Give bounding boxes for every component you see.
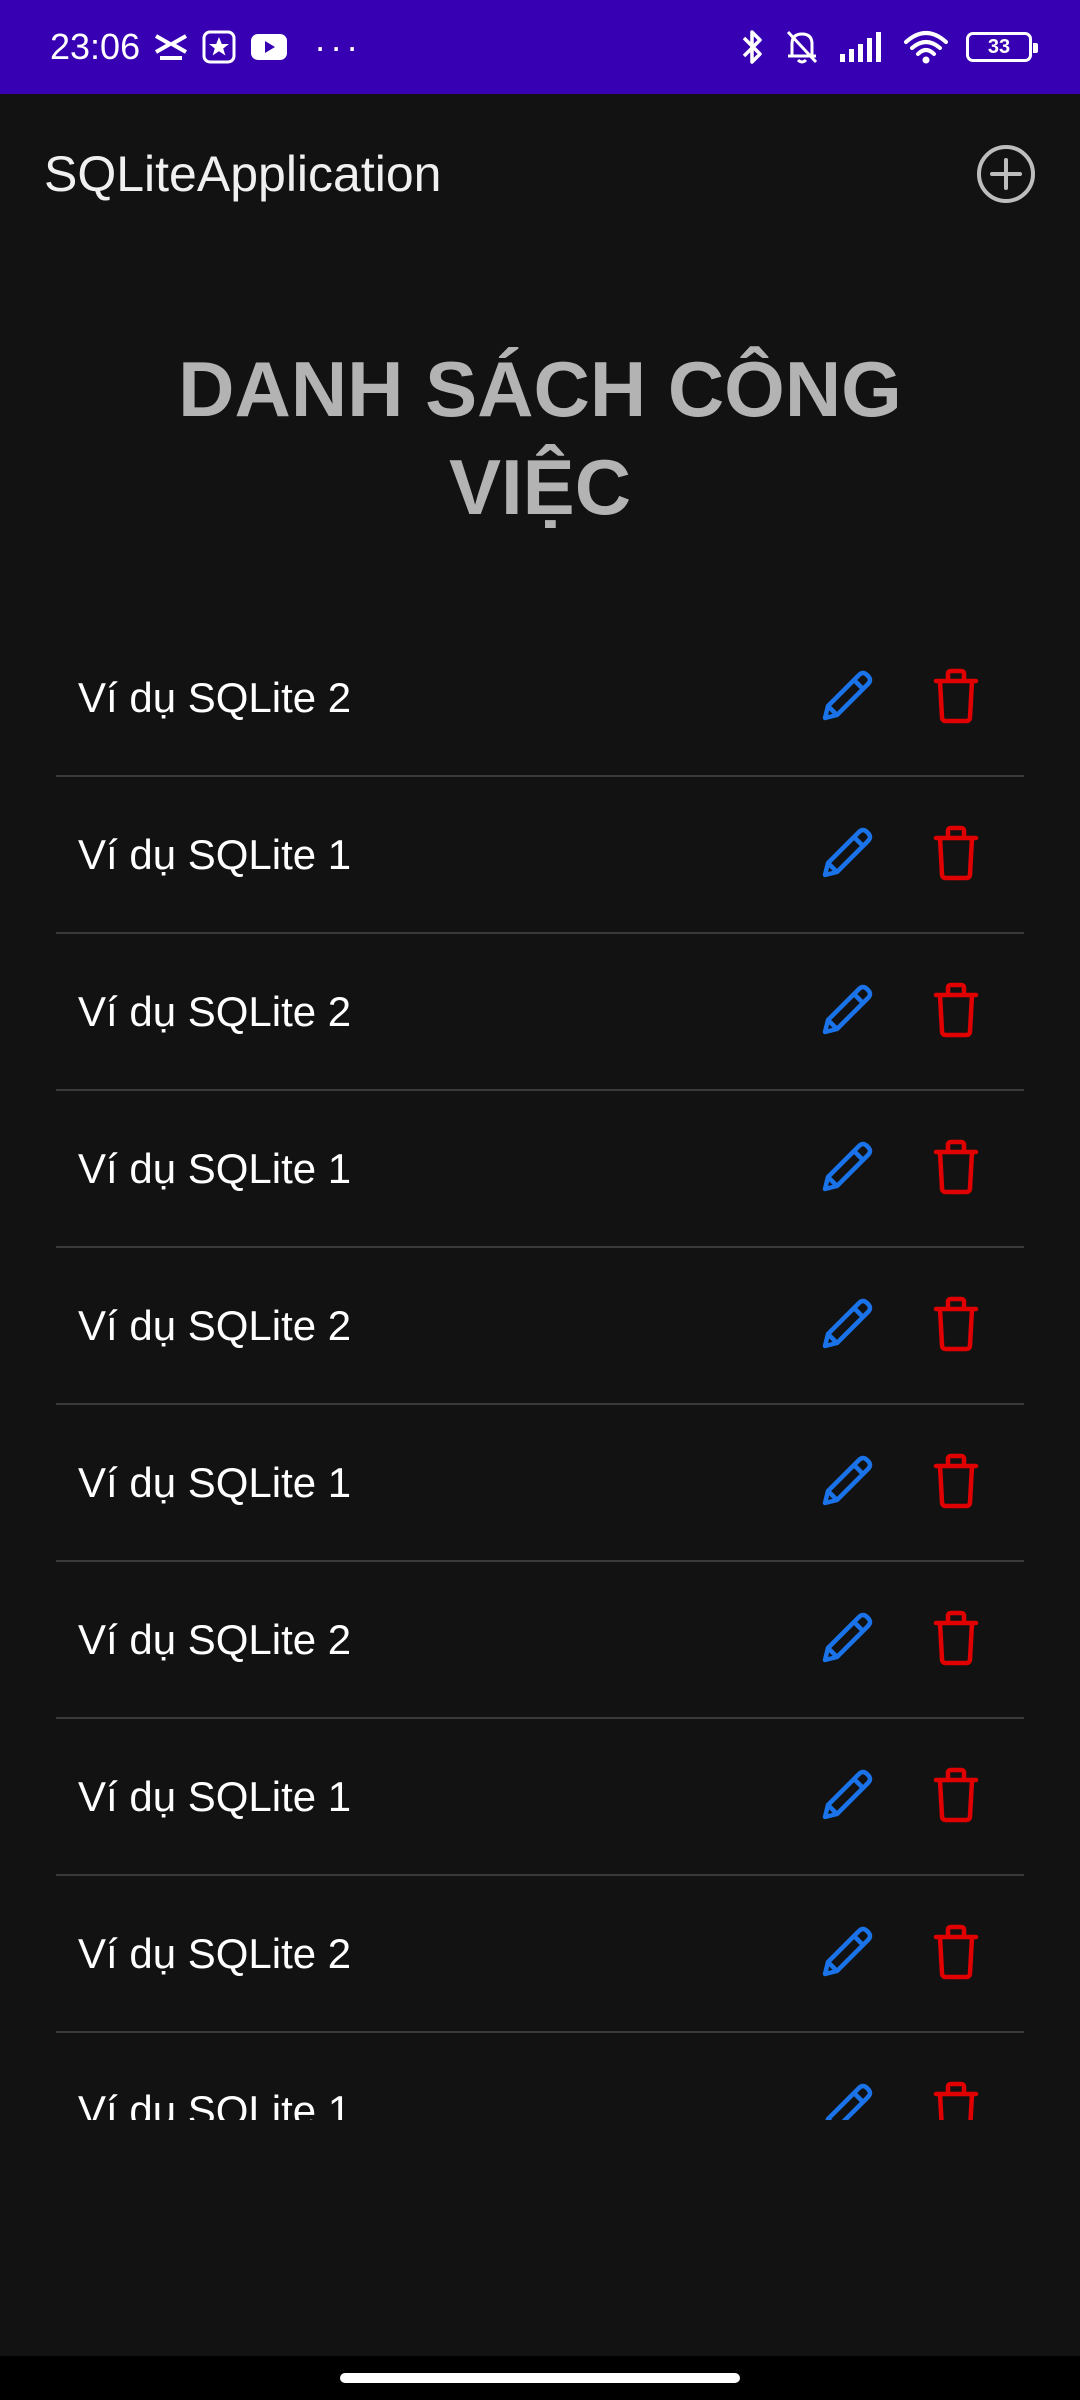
task-actions (818, 2078, 984, 2120)
delete-button[interactable] (928, 1139, 984, 1199)
task-row[interactable]: Ví dụ SQLite 1 (56, 1719, 1024, 1876)
task-actions (818, 1924, 984, 1984)
capcut-icon (155, 34, 188, 60)
task-row[interactable]: Ví dụ SQLite 1 (56, 2033, 1024, 2120)
trash-icon (930, 822, 982, 887)
pencil-icon (819, 1451, 877, 1514)
task-row[interactable]: Ví dụ SQLite 2 (56, 1876, 1024, 2033)
task-row[interactable]: Ví dụ SQLite 1 (56, 1405, 1024, 1562)
pencil-icon (819, 2079, 877, 2120)
task-row[interactable]: Ví dụ SQLite 2 (56, 1248, 1024, 1405)
task-label: Ví dụ SQLite 2 (78, 1615, 352, 1663)
silent-icon (786, 30, 818, 64)
more-dots-icon: ··· (314, 26, 363, 67)
status-time: 23:06 (50, 26, 141, 67)
trash-icon (930, 1764, 982, 1829)
task-actions (818, 1610, 984, 1670)
task-label: Ví dụ SQLite 2 (78, 1301, 352, 1349)
task-row[interactable]: Ví dụ SQLite 2 (56, 934, 1024, 1091)
task-row[interactable]: Ví dụ SQLite 2 (56, 620, 1024, 777)
pencil-icon (819, 1294, 877, 1357)
pencil-icon (819, 1765, 877, 1828)
task-actions (818, 1767, 984, 1827)
edit-button[interactable] (818, 1296, 878, 1356)
task-list[interactable]: Ví dụ SQLite 2 Ví dụ SQLite 1 Ví dụ SQLite… (56, 620, 1024, 2120)
delete-button[interactable] (928, 825, 984, 885)
edit-button[interactable] (818, 1453, 878, 1513)
task-label: Ví dụ SQLite 1 (78, 1458, 352, 1506)
star-app-icon (202, 30, 236, 64)
pencil-icon (819, 980, 877, 1043)
trash-icon (930, 1450, 982, 1515)
edit-button[interactable] (818, 825, 878, 885)
delete-button[interactable] (928, 1924, 984, 1984)
trash-icon (930, 1921, 982, 1986)
delete-button[interactable] (928, 668, 984, 728)
pencil-icon (819, 1608, 877, 1671)
task-actions (818, 1139, 984, 1199)
status-bar-right: 33 (722, 28, 1038, 66)
add-circle-icon (977, 145, 1035, 203)
delete-button[interactable] (928, 982, 984, 1042)
pencil-icon (819, 823, 877, 886)
pencil-icon (819, 666, 877, 729)
app-bar: SQLiteApplication (0, 94, 1080, 254)
task-label: Ví dụ SQLite 1 (78, 1144, 352, 1192)
task-label: Ví dụ SQLite 1 (78, 1772, 352, 1820)
youtube-icon (251, 34, 288, 60)
edit-button[interactable] (818, 1767, 878, 1827)
home-indicator[interactable] (340, 2373, 740, 2383)
trash-icon (930, 1136, 982, 1201)
task-actions (818, 982, 984, 1042)
edit-button[interactable] (818, 668, 878, 728)
task-row[interactable]: Ví dụ SQLite 1 (56, 777, 1024, 934)
battery-icon: 33 (966, 32, 1038, 62)
trash-icon (930, 1293, 982, 1358)
delete-button[interactable] (928, 1453, 984, 1513)
bluetooth-icon (742, 30, 762, 64)
task-label: Ví dụ SQLite 2 (78, 673, 352, 721)
edit-button[interactable] (818, 1139, 878, 1199)
delete-button[interactable] (928, 1767, 984, 1827)
trash-icon (930, 979, 982, 1044)
wifi-icon (904, 31, 948, 64)
trash-icon (930, 2078, 982, 2120)
delete-button[interactable] (928, 2078, 984, 2120)
task-actions (818, 1453, 984, 1513)
task-actions (818, 825, 984, 885)
delete-button[interactable] (928, 1610, 984, 1670)
app-title: SQLiteApplication (44, 146, 442, 202)
battery-level: 33 (987, 35, 1011, 58)
task-actions (818, 1296, 984, 1356)
task-actions (818, 668, 984, 728)
edit-button[interactable] (818, 982, 878, 1042)
status-bar: 23:06 ··· 33 (0, 0, 1080, 94)
pencil-icon (819, 1137, 877, 1200)
add-button[interactable] (974, 142, 1038, 206)
task-rows: Ví dụ SQLite 2 Ví dụ SQLite 1 Ví dụ SQLite… (56, 620, 1024, 2120)
pencil-icon (819, 1922, 877, 1985)
edit-button[interactable] (818, 1610, 878, 1670)
delete-button[interactable] (928, 1296, 984, 1356)
task-label: Ví dụ SQLite 2 (78, 1929, 352, 1977)
task-label: Ví dụ SQLite 1 (78, 2086, 352, 2121)
edit-button[interactable] (818, 1924, 878, 1984)
status-bar-left: 23:06 ··· (50, 26, 362, 68)
trash-icon (930, 1607, 982, 1672)
task-row[interactable]: Ví dụ SQLite 2 (56, 1562, 1024, 1719)
task-label: Ví dụ SQLite 1 (78, 830, 352, 878)
task-label: Ví dụ SQLite 2 (78, 987, 352, 1035)
trash-icon (930, 665, 982, 730)
page-heading: DANH SÁCH CÔNG VIỆC (178, 345, 902, 531)
edit-button[interactable] (818, 2079, 878, 2120)
signal-icon (840, 32, 881, 62)
task-row[interactable]: Ví dụ SQLite 1 (56, 1091, 1024, 1248)
